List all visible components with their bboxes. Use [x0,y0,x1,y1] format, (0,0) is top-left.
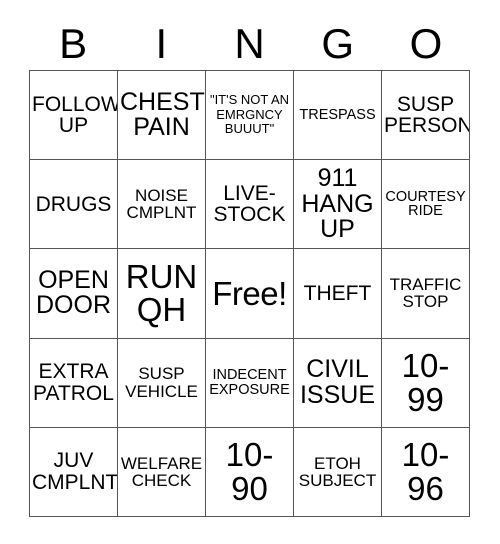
bingo-cell[interactable]: 10- 96 [382,427,470,517]
bingo-cell[interactable]: LIVE- STOCK [206,160,294,250]
bingo-cell-label: LIVE- STOCK [213,181,286,227]
bingo-cell[interactable]: 10- 99 [382,338,470,428]
bingo-header-letter-o: O [382,18,470,70]
bingo-cell[interactable]: 10- 90 [206,427,294,517]
bingo-grid: FOLLOW UP CHEST PAIN "IT'S NOT AN EMRGNCY … [29,70,470,517]
bingo-cell[interactable]: TRESPASS [294,71,382,161]
bingo-cell-label: SUSP VEHICLE [125,364,198,401]
bingo-cell-label: 10- 96 [401,436,450,507]
bingo-cell[interactable]: DRUGS [30,160,118,250]
bingo-cell-label: ETOH SUBJECT [298,453,377,490]
bingo-header-letter-i: I [117,18,205,70]
bingo-cell-label: "IT'S NOT AN EMRGNCY BUUUT" [209,92,290,137]
bingo-cell[interactable]: Free! [206,249,294,339]
bingo-cell-label: CIVIL ISSUE [299,355,376,409]
bingo-cell[interactable]: NOISE CMPLNT [118,160,206,250]
bingo-cell-label: RUN QH [125,257,198,329]
bingo-cell[interactable]: TRAFFIC STOP [382,249,470,339]
bingo-cell[interactable]: FOLLOW UP [30,71,118,161]
bingo-cell[interactable]: THEFT [294,249,382,339]
bingo-cell-label: CHEST PAIN [120,87,205,142]
bingo-cell-label: Free! [212,274,287,312]
bingo-cell-label: OPEN DOOR [36,265,111,320]
header-letter-text: G [321,20,355,67]
bingo-cell-label: 10- 90 [225,436,274,507]
bingo-cell-label: 911 HANG UP [301,164,374,244]
bingo-cell[interactable]: SUSP VEHICLE [118,338,206,428]
bingo-cell[interactable]: COURTESY RIDE [382,160,470,250]
bingo-cell[interactable]: RUN QH [118,249,206,339]
bingo-cell-label: WELFARE CHECK [120,453,203,490]
bingo-cell-label: FOLLOW UP [32,92,118,138]
bingo-cell[interactable]: CIVIL ISSUE [294,338,382,428]
bingo-cell[interactable]: WELFARE CHECK [118,427,206,517]
bingo-cell-label: THEFT [303,281,372,305]
bingo-cell-label: DRUGS [35,192,112,216]
bingo-cell-label: TRESPASS [299,106,376,123]
bingo-cell-label: NOISE CMPLNT [126,185,197,223]
bingo-card: B I N G O FOLLOW UP CHEST PAIN "IT'S NOT A… [0,0,500,544]
bingo-cell-label: COURTESY RIDE [385,188,466,220]
bingo-cell[interactable]: SUSP PERSON [382,71,470,161]
bingo-header-row: B I N G O [29,18,470,70]
bingo-header-letter-b: B [29,18,117,70]
header-letter-text: N [234,20,265,67]
bingo-header-letter-g: G [294,18,382,70]
header-letter-text: O [409,20,443,67]
header-letter-text: I [155,20,168,67]
bingo-cell[interactable]: JUV CMPLNT [30,427,118,517]
bingo-cell[interactable]: EXTRA PATROL [30,338,118,428]
bingo-cell-label: 10- 99 [401,347,450,418]
bingo-cell[interactable]: ETOH SUBJECT [294,427,382,517]
bingo-cell[interactable]: INDECENT EXPOSURE [206,338,294,428]
bingo-cell[interactable]: CHEST PAIN [118,71,206,161]
bingo-cell-label: JUV CMPLNT [32,449,118,494]
bingo-cell[interactable]: 911 HANG UP [294,160,382,250]
header-letter-text: B [59,20,88,67]
bingo-cell-label: SUSP PERSON [384,92,470,138]
bingo-cell-label: TRAFFIC STOP [389,275,462,312]
bingo-cell-label: INDECENT EXPOSURE [209,366,290,398]
bingo-cell[interactable]: OPEN DOOR [30,249,118,339]
bingo-header-letter-n: N [205,18,293,70]
bingo-cell-label: EXTRA PATROL [33,360,114,405]
bingo-cell[interactable]: "IT'S NOT AN EMRGNCY BUUUT" [206,71,294,161]
